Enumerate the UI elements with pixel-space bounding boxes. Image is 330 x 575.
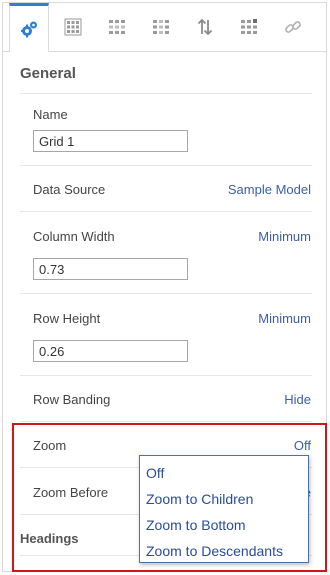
tab-grid-corner[interactable] — [229, 3, 269, 51]
divider — [20, 293, 312, 294]
grid-dots-icon — [108, 18, 126, 36]
zoom-dropdown-menu: Off Zoom to Children Zoom to Bottom Zoom… — [139, 455, 309, 563]
zoom-option-children[interactable]: Zoom to Children — [140, 486, 308, 512]
name-label: Name — [33, 107, 68, 122]
divider — [20, 211, 312, 212]
column-width-field[interactable] — [33, 258, 188, 280]
zoom-label: Zoom — [33, 438, 67, 453]
gears-icon — [19, 19, 39, 39]
zoom-option-descendants[interactable]: Zoom to Descendants — [140, 538, 308, 564]
divider — [20, 421, 312, 422]
name-field[interactable] — [33, 130, 188, 152]
row-banding-label: Row Banding — [33, 392, 111, 407]
row-height-label: Row Height — [33, 311, 101, 326]
divider — [20, 375, 312, 376]
section-title-general: General — [20, 65, 76, 82]
zoom-before-label: Zoom Before — [33, 485, 109, 500]
zoom-option-bottom[interactable]: Zoom to Bottom — [140, 512, 308, 538]
tab-grid-rows[interactable] — [97, 3, 137, 51]
tab-grid-columns[interactable] — [141, 3, 181, 51]
column-width-option-link[interactable]: Minimum — [258, 229, 311, 244]
tab-link[interactable] — [273, 3, 313, 51]
data-source-link[interactable]: Sample Model — [228, 182, 311, 197]
row-height-option-link[interactable]: Minimum — [258, 311, 311, 326]
column-width-label: Column Width — [33, 229, 115, 244]
grid-corner-icon — [240, 18, 258, 36]
sort-arrows-icon — [196, 18, 214, 36]
data-source-label: Data Source — [33, 182, 106, 197]
zoom-option-off[interactable]: Off — [140, 460, 308, 486]
divider — [20, 165, 312, 166]
row-banding-link[interactable]: Hide — [284, 392, 311, 407]
tab-sort[interactable] — [185, 3, 225, 51]
row-height-field[interactable] — [33, 340, 188, 362]
section-title-headings: Headings — [20, 531, 79, 546]
grid-columns-icon — [152, 18, 170, 36]
link-icon — [284, 18, 302, 36]
grid-icon — [64, 18, 82, 36]
tab-general[interactable] — [9, 3, 49, 52]
zoom-link[interactable]: Off — [294, 438, 311, 453]
tab-bar — [3, 3, 326, 52]
tab-grid[interactable] — [53, 3, 93, 51]
divider — [20, 93, 312, 94]
